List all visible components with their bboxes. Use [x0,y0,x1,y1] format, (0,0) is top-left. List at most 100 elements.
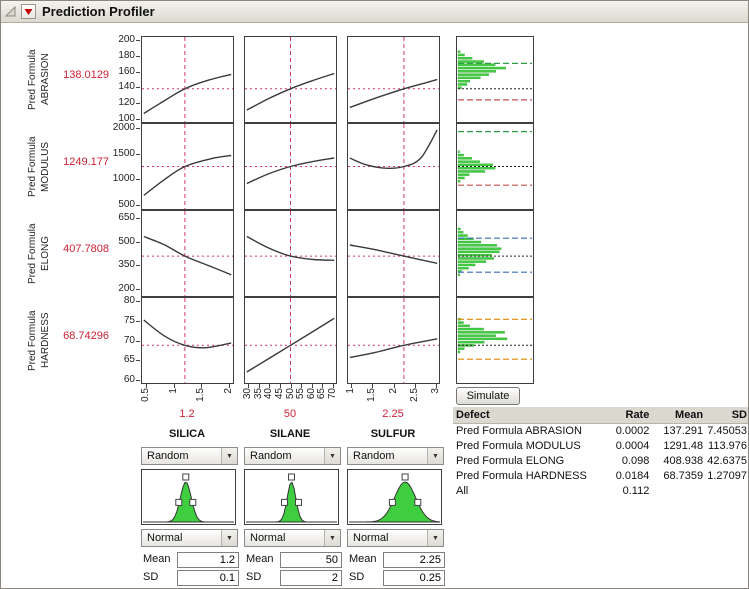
col-header-mean: Mean [649,407,703,423]
profiler-cell-elong-sulfur[interactable] [347,210,440,297]
table-row[interactable]: Pred Formula ABRASION 0.0002 137.291 7.4… [453,424,749,439]
response-axis-label-elong: Pred FormulaELONG [26,210,54,297]
silane-distribution-dropdown[interactable]: Normal ▼ [244,529,341,547]
factor-current-value-sulfur[interactable]: 2.25 [363,408,423,420]
x-tick-mark [291,384,292,388]
factor-current-value-silane[interactable]: 50 [260,408,320,420]
sd-label: SD [246,571,261,583]
y-tick-mark [136,242,140,243]
y-tick-label: 2000 [101,122,135,133]
x-tick-mark [415,384,416,388]
y-tick-mark [136,87,140,88]
x-tick-label: 70 [327,388,339,399]
silica-sd-input[interactable] [177,570,239,586]
chevron-down-icon: ▼ [324,448,340,464]
x-tick-mark [280,384,281,388]
silica-random-dropdown[interactable]: Random ▼ [141,447,238,465]
sulfur-distribution-dropdown[interactable]: Normal ▼ [347,529,444,547]
dropdown-value: Normal [142,532,221,544]
silica-mean-input[interactable] [177,552,239,568]
profiler-cell-hardness-silica[interactable] [141,297,234,384]
y-tick-mark [136,321,140,322]
y-tick-mark [136,205,140,206]
profiler-cell-modulus-silane[interactable] [244,123,337,210]
y-tick-mark [136,128,140,129]
profiler-cell-modulus-sulfur[interactable] [347,123,440,210]
x-tick-mark [436,384,437,388]
sulfur-sd-input[interactable] [383,570,445,586]
x-tick-label: 0.5 [140,388,152,402]
dropdown-value: Normal [245,532,324,544]
table-header-row: Defect Rate Mean SD [453,407,749,424]
table-row[interactable]: Pred Formula HARDNESS 0.0184 68.7359 1.2… [453,469,749,484]
silica-distribution-dropdown[interactable]: Normal ▼ [141,529,238,547]
factor-name-silane: SILANE [260,428,320,440]
x-tick-mark [174,384,175,388]
simulation-histogram-modulus [456,123,534,210]
outline-title-bar[interactable]: Prediction Profiler [1,1,748,23]
silane-mean-input[interactable] [280,552,342,568]
table-row[interactable]: Pred Formula ELONG 0.098 408.938 42.6375 [453,454,749,469]
profiler-cell-elong-silane[interactable] [244,210,337,297]
simulation-histogram-abrasion [456,36,534,123]
y-tick-mark [136,40,140,41]
x-tick-mark [229,384,230,388]
y-tick-label: 350 [101,259,135,270]
red-triangle-menu-icon[interactable] [21,4,36,19]
x-tick-mark [372,384,373,388]
table-row[interactable]: Pred Formula MODULUS 0.0004 1291.48 113.… [453,439,749,454]
x-tick-mark [312,384,313,388]
sulfur-mean-input[interactable] [383,552,445,568]
profiler-cell-modulus-silica[interactable] [141,123,234,210]
sulfur-random-dropdown[interactable]: Random ▼ [347,447,444,465]
profiler-cell-abrasion-sulfur[interactable] [347,36,440,123]
x-tick-mark [394,384,395,388]
x-tick-label: 1 [345,388,357,394]
y-tick-label: 80 [101,295,135,306]
simulate-button[interactable]: Simulate [456,387,520,405]
sulfur-distribution-preview[interactable] [347,469,442,525]
red-triangle-glyph [22,5,35,18]
sd-label: SD [349,571,364,583]
col-header-defect: Defect [453,407,604,423]
profiler-cell-hardness-silane[interactable] [244,297,337,384]
simulation-histogram-elong [456,210,534,297]
prediction-profiler-window: Prediction Profiler Pred FormulaABRASION… [0,0,749,589]
silane-sd-input[interactable] [280,570,342,586]
dropdown-value: Random [348,450,427,462]
y-tick-label: 160 [101,66,135,77]
y-tick-label: 500 [101,199,135,210]
x-tick-label: 2 [223,388,235,394]
col-header-rate: Rate [604,407,650,423]
x-tick-label: 1.5 [195,388,207,402]
x-tick-label: 3 [430,388,442,394]
y-tick-mark [136,103,140,104]
disclosure-triangle-icon[interactable] [4,5,17,18]
y-tick-label: 1000 [101,173,135,184]
factor-current-value-silica[interactable]: 1.2 [157,408,217,420]
silane-distribution-preview[interactable] [244,469,339,525]
y-tick-label: 70 [101,335,135,346]
factor-name-sulfur: SULFUR [363,428,423,440]
x-tick-mark [351,384,352,388]
chevron-down-icon: ▼ [427,530,443,546]
table-row[interactable]: All 0.112 [453,484,749,499]
dropdown-value: Random [245,450,324,462]
y-tick-mark [136,301,140,302]
dropdown-value: Normal [348,532,427,544]
y-tick-label: 75 [101,315,135,326]
silane-random-dropdown[interactable]: Random ▼ [244,447,341,465]
x-tick-label: 2 [388,388,400,394]
x-tick-mark [248,384,249,388]
profiler-cell-abrasion-silane[interactable] [244,36,337,123]
profiler-cell-hardness-sulfur[interactable] [347,297,440,384]
y-tick-label: 200 [101,34,135,45]
silica-distribution-preview[interactable] [141,469,236,525]
x-tick-mark [201,384,202,388]
chevron-down-icon: ▼ [427,448,443,464]
y-tick-mark [136,72,140,73]
simulation-histogram-hardness [456,297,534,384]
profiler-cell-abrasion-silica[interactable] [141,36,234,123]
profiler-cell-elong-silica[interactable] [141,210,234,297]
y-tick-label: 200 [101,283,135,294]
